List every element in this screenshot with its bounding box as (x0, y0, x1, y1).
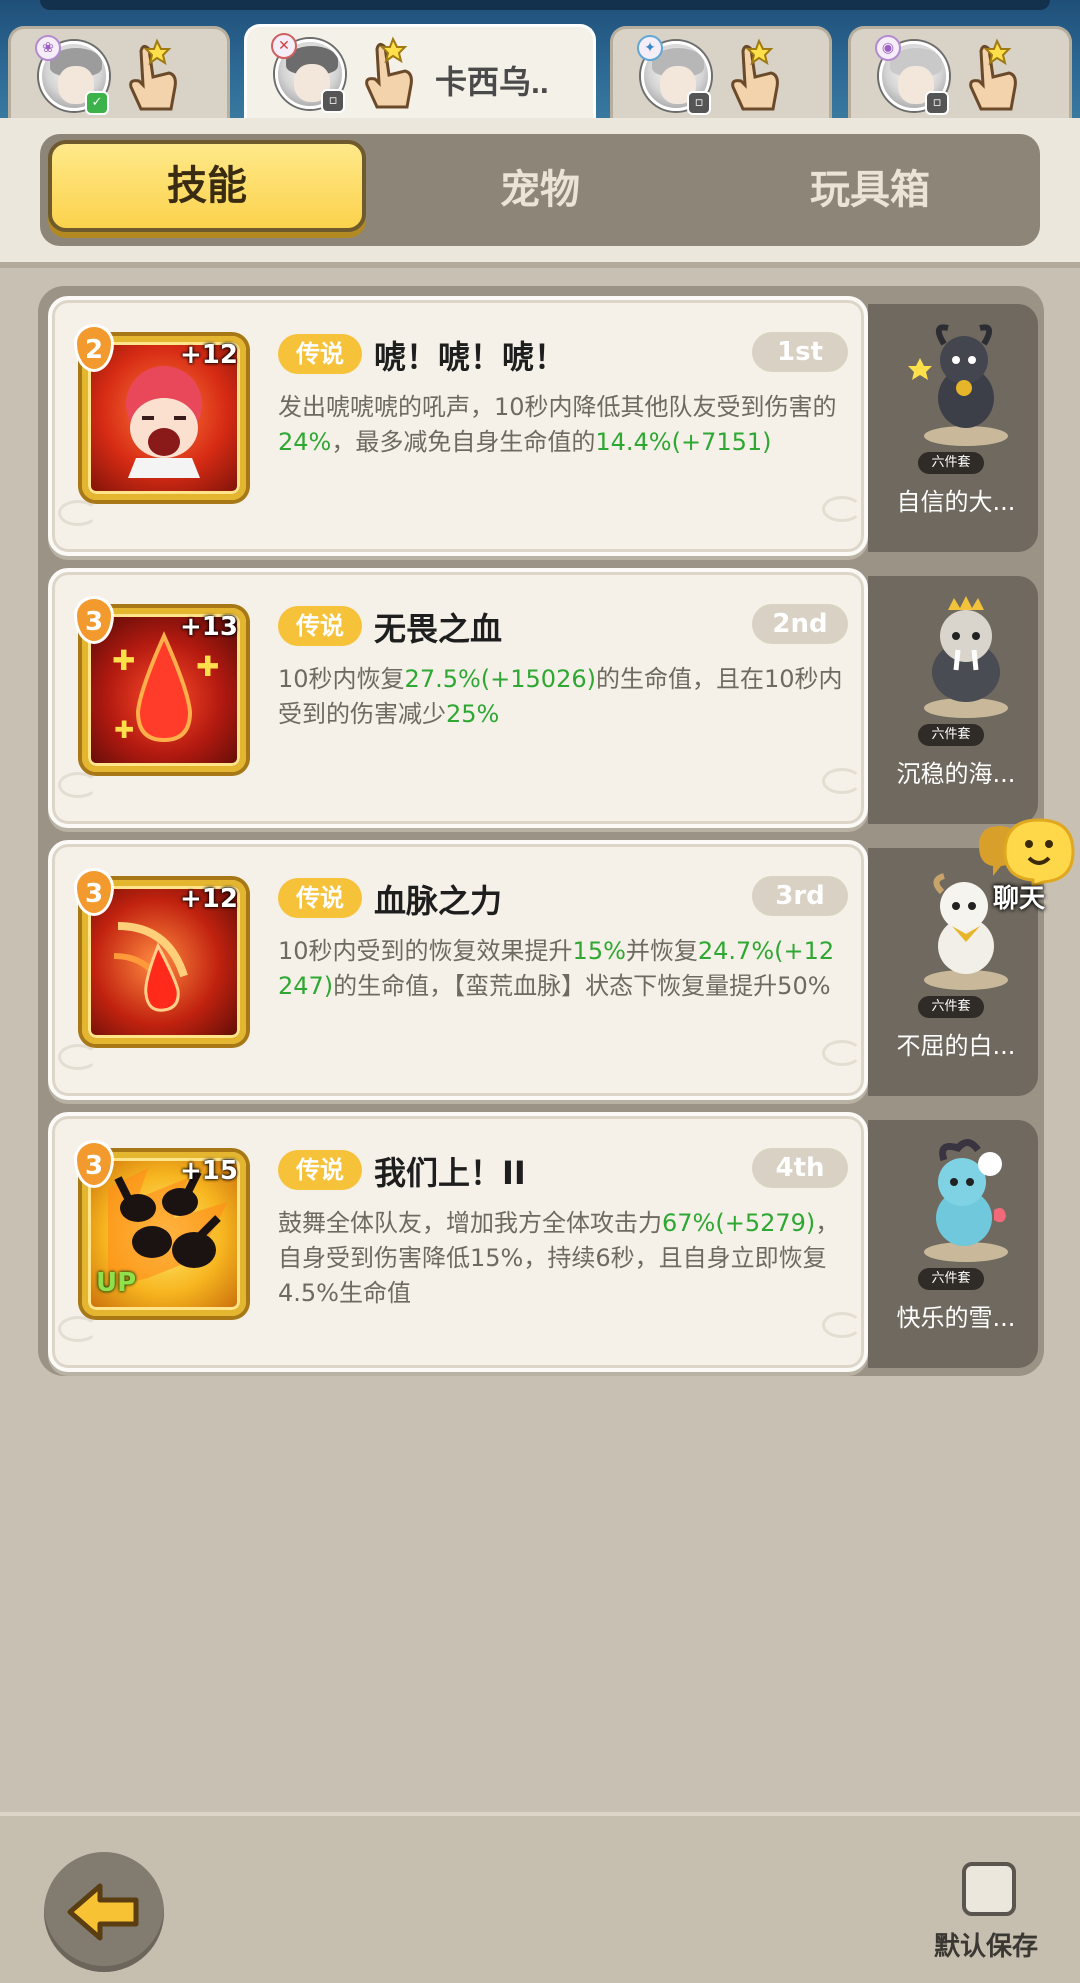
hero-tab-4[interactable]: ◉ ▫ (848, 26, 1072, 122)
element-badge-icon: ❀ (35, 35, 61, 61)
pet-name: 沉稳的海... (896, 760, 1016, 788)
away-status-icon: ▫ (321, 89, 345, 113)
svg-text:✚: ✚ (114, 716, 134, 744)
game-screen: ❀ ✓ ✕ ▫ 卡西乌.. ✦ ▫ ◉ ▫ 技能 宠物 玩具箱 2 +12 传说… (0, 0, 1080, 1983)
rarity-badge: 传说 (278, 1150, 362, 1190)
skill-description: 发出唬唬唬的吼声，10秒内降低其他队友受到伤害的24%，最多减免自身生命值的14… (278, 393, 837, 456)
pet-name: 快乐的雪... (896, 1304, 1016, 1332)
pet-card[interactable]: 六件套 沉稳的海... (868, 576, 1038, 824)
top-frame (40, 0, 1050, 10)
pet-set-badge: 六件套 (918, 1268, 984, 1290)
pet-card[interactable]: 六件套 自信的大... (868, 304, 1038, 552)
skill-row-4[interactable]: 3 +15 UP 传说 我们上！II 4th 鼓舞全体队友，增加我方全体攻击力6… (48, 1112, 1038, 1372)
skill-name: 血脉之力 (374, 882, 503, 920)
skill-rank-badge: 3rd (752, 876, 848, 916)
tab-pets[interactable]: 宠物 (380, 142, 700, 238)
chat-button[interactable]: 聊天 (975, 816, 1080, 916)
category-tab-bar: 技能 宠物 玩具箱 (40, 134, 1040, 246)
skill-bonus-label: +12 (180, 884, 238, 914)
skill-description: 鼓舞全体队友，增加我方全体攻击力67%(+5279)，自身受到伤害降低15%，持… (278, 1209, 840, 1307)
skill-list: 2 +12 传说 唬！唬！唬！ 1st 发出唬唬唬的吼声，10秒内降低其他队友受… (38, 286, 1044, 1376)
skill-description: 10秒内恢复27.5%(+15026)的生命值，且在10秒内受到的伤害减少25% (278, 665, 843, 728)
element-badge-icon: ◉ (875, 35, 901, 61)
tab-skills[interactable]: 技能 (48, 140, 366, 232)
goat-pet-icon (908, 324, 1008, 446)
skill-card[interactable]: ✚ ✚ ✚ 3 +13 传说 无畏之血 2nd 10秒内恢复27.5%(+150… (48, 568, 868, 828)
tap-hand-icon (365, 36, 413, 109)
tap-hand-icon (731, 38, 779, 111)
back-button[interactable] (44, 1852, 164, 1972)
bottom-bar: 默认保存 (0, 1812, 1080, 1983)
skill-card[interactable]: 2 +12 传说 唬！唬！唬！ 1st 发出唬唬唬的吼声，10秒内降低其他队友受… (48, 296, 868, 556)
hero-name: 卡西乌.. (435, 64, 549, 100)
tab-toybox[interactable]: 玩具箱 (710, 142, 1030, 238)
pet-name: 自信的大... (896, 488, 1016, 516)
skill-bonus-label: +13 (180, 612, 238, 642)
skill-card[interactable]: 3 +12 传说 血脉之力 3rd 10秒内受到的恢复效果提升15%并恢复24.… (48, 840, 868, 1100)
pet-name: 不屈的白... (896, 1032, 1016, 1060)
skill-row-1[interactable]: 2 +12 传说 唬！唬！唬！ 1st 发出唬唬唬的吼声，10秒内降低其他队友受… (48, 296, 1038, 556)
tap-hand-icon (969, 38, 1017, 111)
skill-row-3[interactable]: 3 +12 传说 血脉之力 3rd 10秒内受到的恢复效果提升15%并恢复24.… (48, 840, 1038, 1100)
rarity-badge: 传说 (278, 878, 362, 918)
chat-label: 聊天 (993, 884, 1046, 914)
away-status-icon: ▫ (687, 91, 711, 115)
pet-set-badge: 六件套 (918, 724, 984, 746)
skill-card[interactable]: 3 +15 UP 传说 我们上！II 4th 鼓舞全体队友，增加我方全体攻击力6… (48, 1112, 868, 1372)
skill-description: 10秒内受到的恢复效果提升15%并恢复24.7%(+12247)的生命值，【蛮荒… (278, 937, 835, 1000)
element-badge-icon: ✕ (271, 33, 297, 59)
skill-rank-badge: 4th (752, 1148, 848, 1188)
default-save-label: 默认保存 (934, 1932, 1039, 1962)
snow-pet-icon (924, 1139, 1008, 1262)
skill-bonus-label: +12 (180, 340, 238, 370)
default-save-checkbox[interactable] (962, 1862, 1016, 1916)
hero-tab-1[interactable]: ❀ ✓ (8, 26, 230, 122)
skill-row-2[interactable]: ✚ ✚ ✚ 3 +13 传说 无畏之血 2nd 10秒内恢复27.5%(+150… (48, 568, 1038, 828)
rarity-badge: 传说 (278, 606, 362, 646)
element-badge-icon: ✦ (637, 35, 663, 61)
pet-card[interactable]: 六件套 快乐的雪... (868, 1120, 1038, 1368)
online-status-icon: ✓ (85, 91, 109, 115)
walrus-pet-icon (924, 596, 1008, 718)
tap-hand-icon (129, 38, 177, 111)
hero-tab-2[interactable]: ✕ ▫ 卡西乌.. (244, 24, 596, 122)
skill-bonus-label: +15 (180, 1156, 238, 1186)
svg-text:✚: ✚ (196, 650, 219, 683)
svg-text:✚: ✚ (112, 644, 135, 677)
rarity-badge: 传说 (278, 334, 362, 374)
skill-name: 无畏之血 (374, 610, 503, 648)
skill-name: 唬！唬！唬！ (374, 338, 567, 376)
hero-tab-3[interactable]: ✦ ▫ (610, 26, 832, 122)
hero-tab-strip: ❀ ✓ ✕ ▫ 卡西乌.. ✦ ▫ ◉ ▫ (0, 0, 1080, 122)
skill-rank-badge: 1st (752, 332, 848, 372)
category-panel: 技能 宠物 玩具箱 (0, 118, 1080, 268)
away-status-icon: ▫ (925, 91, 949, 115)
skill-rank-badge: 2nd (752, 604, 848, 644)
chat-bubble-icon (979, 818, 1075, 889)
back-arrow-icon (67, 1883, 139, 1941)
pet-set-badge: 六件套 (918, 452, 984, 474)
pet-set-badge: 六件套 (918, 996, 984, 1018)
skill-name: 我们上！II (374, 1154, 526, 1192)
skill-up-badge: UP (96, 1268, 137, 1298)
